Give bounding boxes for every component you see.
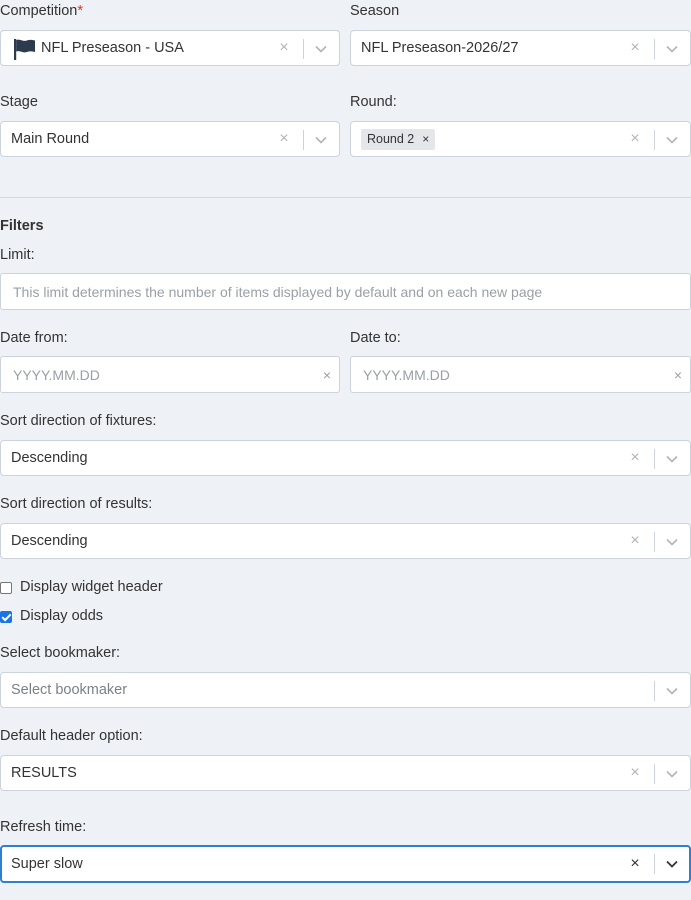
bookmaker-placeholder: Select bookmaker <box>11 682 128 698</box>
chevron-down-icon[interactable] <box>315 134 327 146</box>
clear-icon[interactable]: × <box>627 38 643 58</box>
divider <box>654 532 655 552</box>
chevron-down-icon[interactable] <box>666 858 678 870</box>
chevron-down-icon[interactable] <box>666 685 678 697</box>
bookmaker-label: Select bookmaker: <box>0 645 121 661</box>
filters-title: Filters <box>0 218 44 234</box>
chevron-down-icon[interactable] <box>666 453 678 465</box>
sort-fixtures-select[interactable]: Descending × <box>0 440 691 476</box>
refresh-value: Super slow <box>11 856 83 872</box>
round-select[interactable]: Round 2 × × <box>350 121 691 157</box>
display-header-checkbox[interactable] <box>0 582 12 594</box>
clear-icon[interactable]: × <box>627 854 643 874</box>
limit-input[interactable] <box>1 274 690 309</box>
required-mark: * <box>77 3 84 19</box>
round-label: Round: <box>350 94 397 110</box>
section-divider <box>0 197 691 198</box>
default-header-label: Default header option: <box>0 728 143 744</box>
divider <box>654 764 655 784</box>
divider <box>303 39 304 59</box>
default-header-select[interactable]: RESULTS × <box>0 755 691 791</box>
round-chip: Round 2 × <box>361 129 436 150</box>
divider <box>654 39 655 59</box>
flag-icon <box>14 39 35 60</box>
date-to-field[interactable]: × <box>350 356 691 393</box>
clear-icon[interactable]: × <box>276 38 292 58</box>
clear-icon[interactable]: × <box>323 367 331 383</box>
limit-label: Limit: <box>0 247 35 263</box>
stage-value: Main Round <box>11 131 90 147</box>
clear-icon[interactable]: × <box>627 129 643 149</box>
date-to-input[interactable] <box>351 357 690 392</box>
clear-icon[interactable]: × <box>276 129 292 149</box>
display-odds-label: Display odds <box>20 608 104 624</box>
clear-icon[interactable]: × <box>674 367 682 383</box>
chevron-down-icon[interactable] <box>666 536 678 548</box>
round-chip-label: Round 2 <box>367 132 415 146</box>
chevron-down-icon[interactable] <box>666 43 678 55</box>
sort-results-label: Sort direction of results: <box>0 496 153 512</box>
chevron-down-icon[interactable] <box>666 134 678 146</box>
sort-results-value: Descending <box>11 533 88 549</box>
clear-icon[interactable]: × <box>627 448 643 468</box>
refresh-label: Refresh time: <box>0 819 87 835</box>
season-select[interactable]: NFL Preseason-2026/27 × <box>350 30 691 66</box>
sort-fixtures-label: Sort direction of fixtures: <box>0 413 157 429</box>
chevron-down-icon[interactable] <box>666 768 678 780</box>
clear-icon[interactable]: × <box>627 531 643 551</box>
chevron-down-icon[interactable] <box>315 43 327 55</box>
sort-fixtures-value: Descending <box>11 450 88 466</box>
sort-results-select[interactable]: Descending × <box>0 523 691 559</box>
divider <box>303 130 304 150</box>
divider <box>654 449 655 469</box>
bookmaker-select[interactable]: Select bookmaker <box>0 672 691 708</box>
refresh-select[interactable]: Super slow × <box>0 845 691 883</box>
stage-select[interactable]: Main Round × <box>0 121 340 157</box>
season-label: Season <box>350 3 400 19</box>
stage-label: Stage <box>0 94 38 110</box>
divider <box>654 681 655 701</box>
divider <box>654 130 655 150</box>
date-from-label: Date from: <box>0 330 68 346</box>
limit-field[interactable] <box>0 273 691 310</box>
competition-label: Competition* <box>0 3 84 19</box>
date-from-field[interactable]: × <box>0 356 340 393</box>
competition-value: NFL Preseason - USA <box>41 40 184 56</box>
date-from-input[interactable] <box>1 357 339 392</box>
date-to-label: Date to: <box>350 330 401 346</box>
competition-select[interactable]: NFL Preseason - USA × <box>0 30 340 66</box>
chip-remove-icon[interactable]: × <box>422 132 429 146</box>
default-header-value: RESULTS <box>11 765 77 781</box>
clear-icon[interactable]: × <box>627 763 643 783</box>
divider <box>654 854 655 874</box>
display-header-label: Display widget header <box>20 579 163 595</box>
display-odds-checkbox[interactable] <box>0 611 12 623</box>
season-value: NFL Preseason-2026/27 <box>361 40 519 56</box>
